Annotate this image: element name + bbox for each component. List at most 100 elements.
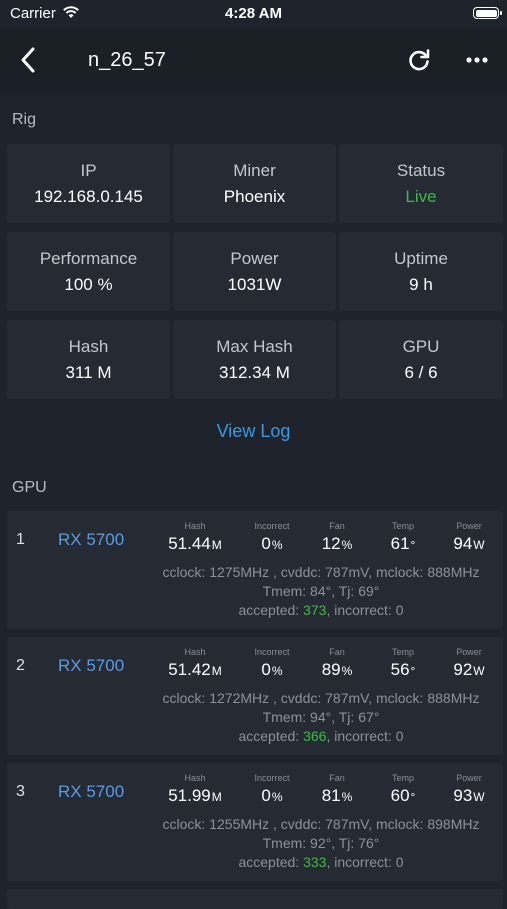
gpu-accepted-line: accepted: 333, incorrect: 0	[71, 854, 507, 870]
incorrect-count: 0	[395, 854, 404, 870]
gpu-temp-metric: Temp 60°	[379, 773, 427, 806]
rig-uptime-cell: Uptime 9 h	[339, 232, 503, 311]
temp-label: Temp	[391, 773, 414, 783]
fan-label: Fan	[329, 521, 345, 531]
gpu-card[interactable]: 2 RX 5700 Hash 51.42M Incorrect 0% Fan 8…	[7, 637, 503, 755]
incorrect-count: 0	[395, 602, 404, 618]
temp-label: Temp	[391, 647, 414, 657]
power-label: Power	[456, 521, 482, 531]
hash-unit: M	[211, 538, 222, 552]
rig-power-cell: Power 1031W	[173, 232, 336, 311]
incorrect-text: , incorrect:	[326, 728, 396, 744]
clock-time: 4:28 AM	[225, 5, 282, 22]
gpu-tmem: Tmem: 84°, Tj: 69°	[262, 583, 380, 599]
gpu-fan-metric: Fan 12%	[313, 521, 361, 554]
incorrect-unit: %	[271, 664, 283, 678]
gpu-hash-metric: Hash 51.44M	[165, 521, 225, 554]
hash-value: 51.99	[168, 786, 211, 805]
rig-max-hash-cell: Max Hash 312.34 M	[173, 320, 336, 399]
rig-performance-label: Performance	[39, 249, 138, 268]
gpu-index: 2	[16, 657, 25, 674]
accepted-count: 366	[303, 728, 327, 744]
gpu-incorrect-metric: Incorrect 0%	[245, 647, 299, 680]
gpu-hash-metric: Hash 51.42M	[165, 647, 225, 680]
gpu-clocks: cclock: 1275MHz , cvddc: 787mV, mclock: …	[162, 564, 480, 580]
rig-hash-cell: Hash 311 M	[7, 320, 170, 399]
incorrect-value: 0	[261, 660, 271, 679]
power-unit: W	[473, 538, 485, 552]
incorrect-unit: %	[271, 538, 283, 552]
accepted-label: accepted:	[238, 854, 304, 870]
gpu-incorrect-metric: Incorrect 0%	[245, 521, 299, 554]
incorrect-label: Incorrect	[254, 521, 290, 531]
rig-max-hash-value: 312.34 M	[219, 363, 290, 382]
temp-value: 56	[390, 660, 410, 679]
status-bar: Carrier 4:28 AM	[0, 0, 507, 28]
hash-value: 51.44	[168, 534, 211, 553]
fan-unit: %	[341, 664, 353, 678]
temp-value: 60	[390, 786, 410, 805]
fan-value: 89	[321, 660, 341, 679]
power-unit: W	[473, 664, 485, 678]
gpu-card[interactable]: 3 RX 5700 Hash 51.99M Incorrect 0% Fan 8…	[7, 763, 503, 881]
rig-status-label: Status	[396, 161, 446, 180]
back-chevron-icon[interactable]	[18, 46, 40, 74]
gpu-incorrect-metric: Incorrect 0%	[245, 773, 299, 806]
rig-section-label: Rig	[12, 111, 37, 128]
incorrect-count: 0	[395, 728, 404, 744]
incorrect-value: 0	[261, 786, 271, 805]
rig-ip-value: 192.168.0.145	[34, 187, 143, 206]
hash-unit: M	[211, 790, 222, 804]
fan-unit: %	[341, 790, 353, 804]
gpu-index: 3	[16, 783, 25, 800]
gpu-tmem: Tmem: 94°, Tj: 67°	[262, 709, 380, 725]
view-log-button[interactable]: View Log	[0, 421, 507, 442]
incorrect-unit: %	[271, 790, 283, 804]
battery-icon	[473, 7, 502, 19]
gpu-accepted-line: accepted: 366, incorrect: 0	[71, 728, 507, 744]
rig-miner-cell: Miner Phoenix	[173, 144, 336, 223]
temp-unit: °	[410, 538, 416, 552]
accepted-count: 373	[303, 602, 327, 618]
rig-miner-value: Phoenix	[223, 187, 286, 206]
rig-status-cell: Status Live	[339, 144, 503, 223]
power-value: 94	[453, 534, 473, 553]
gpu-tmem: Tmem: 92°, Tj: 76°	[262, 835, 380, 851]
fan-label: Fan	[329, 773, 345, 783]
hash-label: Hash	[184, 773, 206, 783]
gpu-card-partial[interactable]	[7, 889, 503, 909]
rig-ip-label: IP	[80, 161, 97, 180]
gpu-power-metric: Power 93W	[443, 773, 495, 806]
rig-gpu-count-value: 6 / 6	[404, 363, 438, 382]
accepted-count: 333	[303, 854, 327, 870]
rig-hash-label: Hash	[68, 337, 109, 356]
fan-value: 12	[321, 534, 341, 553]
power-value: 93	[453, 786, 473, 805]
rig-stats-grid: IP 192.168.0.145 Miner Phoenix Status Li…	[7, 144, 503, 399]
navigation-bar: n_26_57	[0, 28, 507, 94]
gpu-clocks: cclock: 1272MHz , cvddc: 787mV, mclock: …	[162, 690, 480, 706]
rig-performance-value: 100 %	[64, 275, 113, 294]
gpu-index: 1	[16, 531, 25, 548]
rig-uptime-value: 9 h	[409, 275, 433, 294]
gpu-card[interactable]: 1 RX 5700 Hash 51.44M Incorrect 0% Fan 1…	[7, 511, 503, 629]
gpu-power-metric: Power 94W	[443, 521, 495, 554]
gpu-temp-metric: Temp 61°	[379, 521, 427, 554]
incorrect-text: , incorrect:	[326, 602, 396, 618]
temp-unit: °	[410, 790, 416, 804]
more-options-icon[interactable]	[465, 48, 489, 72]
rig-power-label: Power	[230, 249, 279, 268]
temp-value: 61	[390, 534, 410, 553]
power-label: Power	[456, 773, 482, 783]
refresh-icon[interactable]	[406, 47, 432, 73]
accepted-label: accepted:	[238, 728, 304, 744]
rig-gpu-count-cell: GPU 6 / 6	[339, 320, 503, 399]
gpu-clocks: cclock: 1255MHz , cvddc: 787mV, mclock: …	[162, 816, 480, 832]
incorrect-label: Incorrect	[254, 647, 290, 657]
rig-max-hash-label: Max Hash	[216, 337, 293, 356]
rig-status-value: Live	[405, 187, 437, 206]
gpu-model: RX 5700	[58, 530, 125, 549]
rig-uptime-label: Uptime	[394, 249, 448, 268]
incorrect-text: , incorrect:	[326, 854, 396, 870]
gpu-model: RX 5700	[58, 656, 125, 675]
